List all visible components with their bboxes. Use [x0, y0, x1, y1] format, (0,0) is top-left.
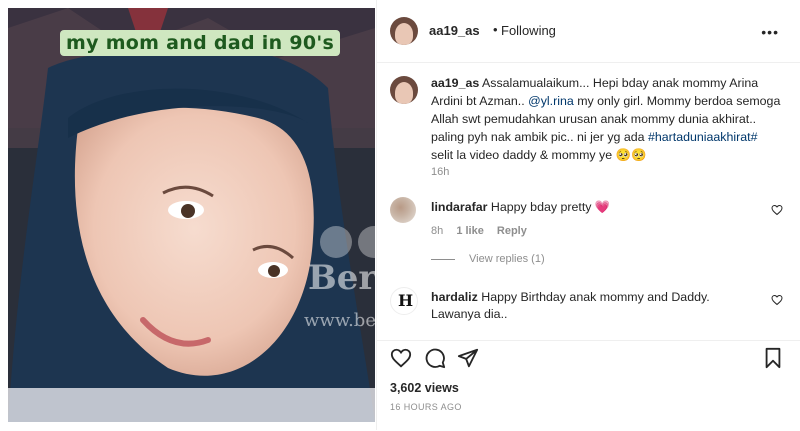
commenter-username[interactable]: hardaliz: [431, 290, 478, 304]
save-bookmark-icon[interactable]: [762, 347, 784, 369]
post-header: aa19_as • Following •••: [377, 0, 800, 63]
comment-body: Happy bday pretty 💗: [490, 200, 611, 214]
post-actions: 3,602 views 16 HOURS AGO: [377, 340, 800, 431]
instagram-icon: [358, 226, 375, 258]
like-heart-icon[interactable]: [390, 347, 412, 369]
watermark-text: Berita Kopak: [308, 258, 375, 298]
caption-text-part: selit la video daddy & mommy ye 🥺🥺: [431, 148, 647, 162]
watermark-icons: [320, 226, 375, 258]
more-options-icon[interactable]: •••: [761, 24, 779, 40]
like-comment-heart-icon[interactable]: [771, 204, 783, 216]
media-overlay-caption: my mom and dad in 90's: [60, 30, 341, 56]
view-replies-button[interactable]: View replies (1): [431, 253, 545, 265]
like-comment-heart-icon[interactable]: [771, 294, 783, 306]
post-media[interactable]: my mom and dad in 90's Berita Kopak www.…: [8, 8, 375, 422]
caption-username[interactable]: aa19_as: [431, 76, 479, 90]
caption-timestamp[interactable]: 16h: [431, 166, 449, 178]
share-paper-plane-icon[interactable]: [457, 347, 479, 369]
caption-author-avatar[interactable]: [390, 76, 418, 104]
author-username[interactable]: aa19_as: [429, 23, 480, 38]
commenter-username[interactable]: lindarafar: [431, 200, 487, 214]
instagram-post-window: my mom and dad in 90's Berita Kopak www.…: [0, 0, 800, 430]
replies-divider-line: [431, 258, 455, 260]
selfie-photo: [8, 8, 375, 422]
header-separator: •: [493, 22, 498, 37]
comment-time[interactable]: 8h: [431, 225, 443, 237]
caption-mention-link[interactable]: @yl.rina: [528, 94, 574, 108]
post-details-panel: aa19_as • Following ••• aa19_as Assalamu…: [376, 0, 800, 430]
following-button[interactable]: Following: [501, 23, 556, 38]
view-count[interactable]: 3,602 views: [390, 381, 459, 395]
facebook-icon: [320, 226, 352, 258]
commenter-avatar[interactable]: H: [390, 287, 418, 315]
commenter-avatar[interactable]: [390, 197, 416, 223]
caption-text: aa19_as Assalamualaikum... Hepi bday ana…: [431, 74, 781, 164]
comment-text: hardaliz Happy Birthday anak mommy and D…: [431, 289, 751, 323]
comment-meta: 8h 1 like Reply: [431, 225, 537, 237]
view-replies-label: View replies (1): [469, 253, 545, 265]
author-avatar[interactable]: [390, 17, 418, 45]
post-age[interactable]: 16 HOURS AGO: [390, 402, 462, 412]
comment-bubble-icon[interactable]: [424, 347, 446, 369]
avatar-letter: H: [398, 291, 414, 310]
reply-button[interactable]: Reply: [497, 225, 527, 237]
caption-hashtag-link[interactable]: #hartaduniaakhirat#: [648, 130, 758, 144]
comment-likes[interactable]: 1 like: [456, 225, 484, 237]
watermark-url: www.beritakopak.com: [304, 310, 375, 331]
comment-text: lindarafar Happy bday pretty 💗: [431, 199, 751, 216]
